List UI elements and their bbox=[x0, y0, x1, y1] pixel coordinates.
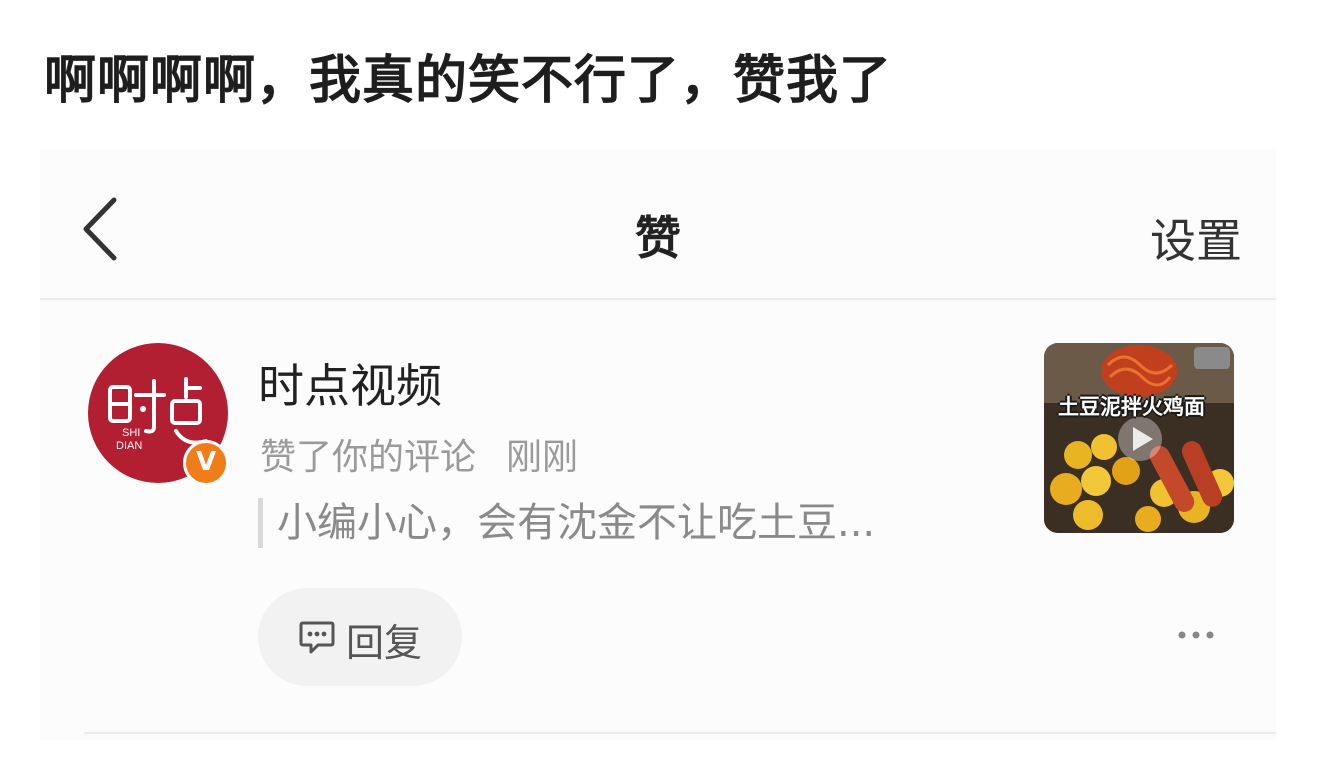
likes-screen: 赞 设置 SHI DIAN V 时点视频 赞了你的评论 刚刚 小编小心，会有沈金不… bbox=[40, 150, 1276, 740]
comment-icon bbox=[299, 621, 335, 654]
quoted-comment[interactable]: 小编小心，会有沈金不让吃土豆... bbox=[258, 498, 875, 548]
timestamp: 刚刚 bbox=[506, 437, 579, 478]
action-text: 赞了你的评论 bbox=[260, 437, 477, 478]
thumbnail-title: 土豆泥拌火鸡面 bbox=[1058, 395, 1205, 419]
video-thumbnail[interactable]: 土豆泥拌火鸡面 bbox=[1044, 343, 1234, 533]
verified-badge: V bbox=[183, 440, 229, 486]
reply-button[interactable]: 回复 bbox=[258, 588, 462, 686]
more-button[interactable] bbox=[1174, 620, 1218, 650]
list-divider bbox=[84, 732, 1276, 734]
reply-label: 回复 bbox=[346, 621, 423, 665]
ellipsis-icon bbox=[1178, 631, 1214, 639]
page-title: 赞 bbox=[635, 211, 681, 265]
svg-text:DIAN: DIAN bbox=[116, 440, 142, 452]
username[interactable]: 时点视频 bbox=[258, 350, 442, 416]
food-image bbox=[1044, 343, 1234, 533]
top-nav-bar: 赞 设置 bbox=[40, 150, 1276, 300]
svg-text:SHI: SHI bbox=[122, 427, 140, 439]
settings-button[interactable]: 设置 bbox=[1150, 205, 1242, 271]
action-line: 赞了你的评论 刚刚 bbox=[260, 428, 578, 480]
post-caption: 啊啊啊啊，我真的笑不行了，赞我了 bbox=[44, 51, 893, 111]
